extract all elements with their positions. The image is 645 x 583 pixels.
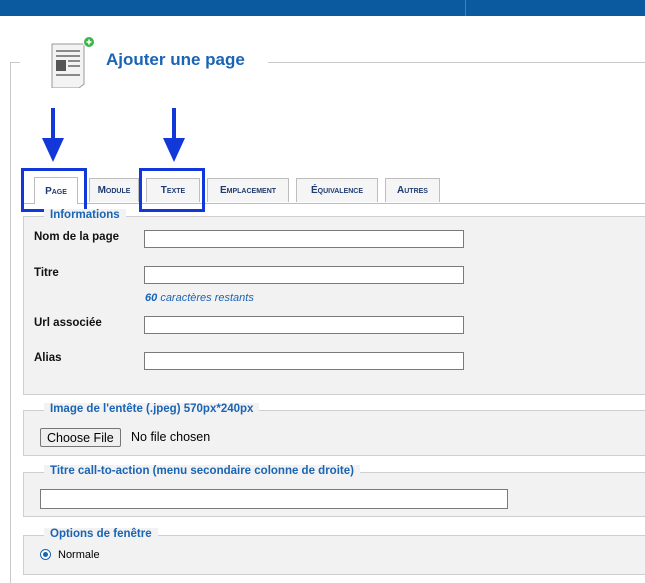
tab-module[interactable]: Module	[89, 178, 139, 202]
character-counter: 60 caractères restants	[145, 292, 254, 304]
file-status: No file chosen	[131, 430, 211, 444]
tab-autres[interactable]: Autres	[385, 178, 440, 202]
url-input[interactable]	[144, 316, 464, 334]
page-name-label: Nom de la page	[34, 231, 119, 243]
page-name-input[interactable]	[144, 230, 464, 248]
top-bar	[0, 0, 645, 16]
tab-emplacement[interactable]: Emplacement	[207, 178, 289, 202]
page-title: Ajouter une page	[106, 50, 245, 69]
window-options-legend: Options de fenêtre	[44, 528, 158, 540]
alias-label: Alias	[34, 352, 62, 364]
tab-equivalence[interactable]: Équivalence	[296, 178, 378, 202]
alias-input[interactable]	[144, 352, 464, 370]
tab-page-highlight	[21, 168, 87, 212]
url-label: Url associée	[34, 317, 102, 329]
title-input[interactable]	[144, 266, 464, 284]
tabs-baseline	[22, 203, 645, 204]
cta-legend: Titre call-to-action (menu secondaire co…	[44, 465, 360, 477]
tab-texte-highlight	[139, 168, 205, 212]
arrow-down-icon	[163, 108, 185, 162]
normal-radio-label: Normale	[58, 549, 100, 561]
image-header-legend: Image de l'entête (.jpeg) 570px*240px	[44, 403, 260, 415]
arrow-down-icon	[42, 108, 64, 162]
top-bar-separator	[465, 0, 466, 16]
informations-legend: Informations	[44, 209, 126, 221]
choose-file-button[interactable]: Choose File	[40, 428, 121, 447]
normal-radio[interactable]	[40, 549, 51, 560]
title-label: Titre	[34, 267, 59, 279]
window-options-fieldset	[23, 535, 645, 575]
cta-input[interactable]	[40, 489, 508, 509]
add-page-icon	[51, 36, 95, 88]
